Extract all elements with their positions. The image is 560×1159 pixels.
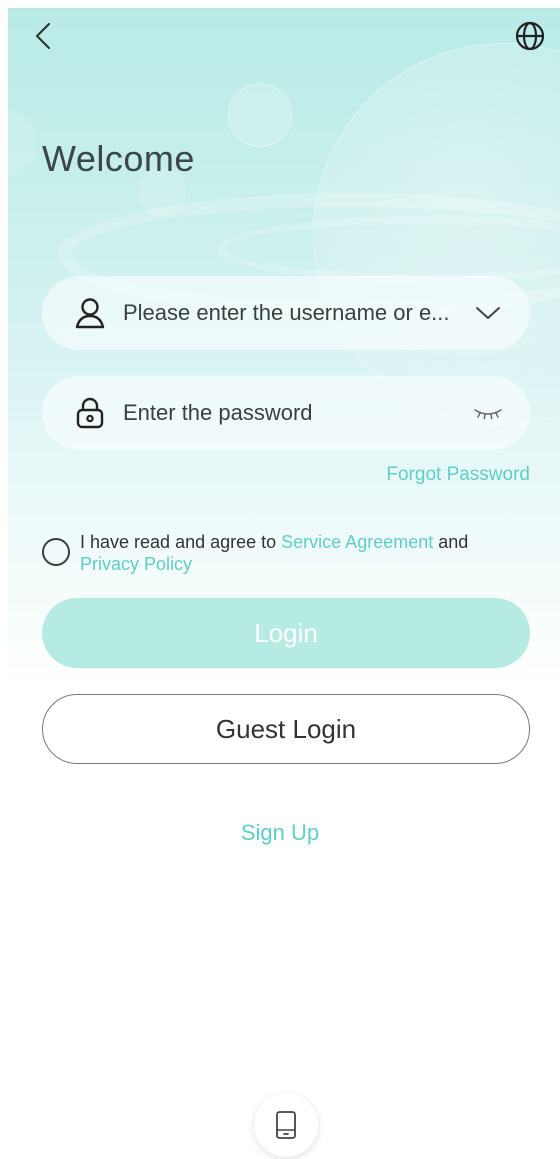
username-field[interactable]: Please enter the username or e...	[42, 276, 530, 350]
chevron-left-icon	[35, 22, 51, 50]
phone-login-button[interactable]	[254, 1093, 318, 1157]
user-icon	[72, 295, 108, 331]
decorative-bubble	[228, 83, 292, 147]
password-input[interactable]: Enter the password	[123, 400, 313, 426]
password-field[interactable]: Enter the password	[42, 376, 530, 450]
decorative-bubble	[8, 108, 38, 178]
agreement-checkbox[interactable]	[42, 538, 70, 566]
language-button[interactable]	[512, 18, 548, 54]
forgot-password-link[interactable]: Forgot Password	[386, 464, 530, 486]
sign-up-link[interactable]: Sign Up	[0, 820, 560, 846]
globe-icon	[515, 21, 545, 51]
login-button[interactable]: Login	[42, 598, 530, 668]
toggle-password-visibility[interactable]	[470, 395, 506, 431]
back-button[interactable]	[26, 18, 62, 54]
agreement-text: I have read and agree to Service Agreeme…	[80, 531, 530, 575]
lock-icon	[72, 395, 108, 431]
privacy-policy-link[interactable]: Privacy Policy	[80, 554, 192, 574]
agreement-prefix: I have read and agree to	[80, 532, 282, 552]
eye-closed-icon	[474, 409, 502, 420]
header-background	[8, 8, 560, 693]
chevron-down-icon	[476, 307, 500, 319]
guest-login-button[interactable]: Guest Login	[42, 694, 530, 764]
account-dropdown-button[interactable]	[470, 295, 506, 331]
page-title: Welcome	[42, 138, 195, 179]
agreement-and: and	[433, 532, 469, 552]
username-input[interactable]: Please enter the username or e...	[123, 300, 463, 326]
phone-icon	[276, 1111, 296, 1139]
service-agreement-link[interactable]: Service Agreement	[281, 532, 433, 552]
